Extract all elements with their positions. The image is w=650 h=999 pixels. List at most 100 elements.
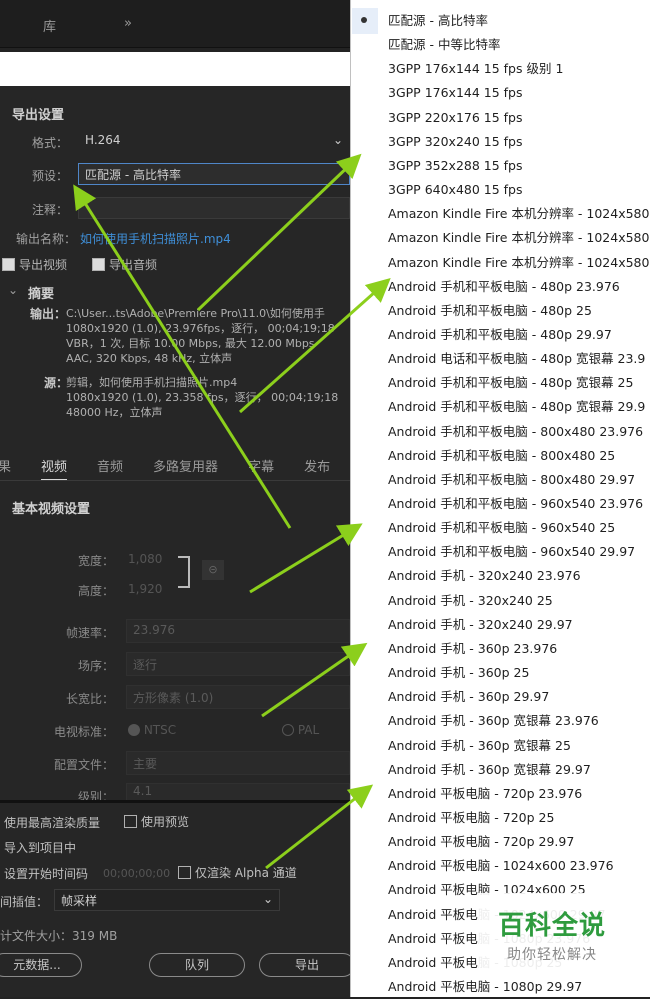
- preset-option[interactable]: Android 手机 - 360p 宽银幕 23.976: [388, 709, 599, 733]
- use-previews-checkbox[interactable]: 使用预览: [124, 813, 189, 830]
- preset-select[interactable]: 匹配源 - 高比特率: [78, 163, 350, 185]
- preset-option[interactable]: Android 手机 - 320x240 29.97: [388, 613, 573, 637]
- watermark-title: 百科全说: [497, 911, 606, 941]
- chevron-down-icon: ⌄: [332, 133, 343, 147]
- field-order-select[interactable]: 逐行: [126, 652, 350, 676]
- panel-expand-icon[interactable]: »: [124, 16, 132, 31]
- preset-option[interactable]: Android 手机 - 320x240 25: [388, 589, 553, 613]
- preset-option[interactable]: Android 手机和平板电脑 - 960x540 29.97: [388, 540, 635, 564]
- set-start-timecode-label[interactable]: 设置开始时间码: [4, 865, 88, 882]
- max-render-quality-label[interactable]: 使用最高渲染质量: [4, 814, 100, 831]
- render-alpha-checkbox[interactable]: 仅渲染 Alpha 通道: [178, 864, 297, 881]
- watermark-logo: 百科全说 助你轻松解决: [478, 893, 626, 971]
- preset-option[interactable]: Android 手机 - 360p 25: [388, 661, 529, 685]
- preset-option[interactable]: Android 手机和平板电脑 - 480p 23.976: [388, 275, 620, 299]
- timecode-value[interactable]: 00;00;00;00: [103, 867, 170, 880]
- preset-option[interactable]: Android 平板电脑 - 720p 25: [388, 806, 554, 830]
- tab-effects[interactable]: 果: [0, 460, 11, 475]
- metadata-button[interactable]: 元数据...: [0, 953, 82, 977]
- tab-audio[interactable]: 音频: [97, 460, 123, 475]
- preset-option[interactable]: Android 手机 - 320x240 23.976: [388, 564, 581, 588]
- profile-label: 配置文件：: [53, 758, 114, 772]
- export-video-label: 导出视频: [19, 258, 68, 272]
- constrain-proportions-icon[interactable]: ⊝: [202, 560, 224, 580]
- preset-option[interactable]: Android 手机和平板电脑 - 480p 29.97: [388, 323, 612, 347]
- basic-video-settings-header: 基本视频设置: [12, 502, 91, 517]
- tab-library[interactable]: 库: [43, 16, 56, 35]
- summary-header: 摘要: [28, 287, 55, 302]
- chevron-down-icon: ⌄: [262, 892, 273, 906]
- tab-video[interactable]: 视频: [41, 460, 68, 481]
- export-video-checkbox[interactable]: 导出视频: [2, 256, 67, 273]
- export-audio-label: 导出音频: [109, 258, 158, 272]
- export-settings-panel: 导出设置 格式： H.264 ⌄ 预设： 匹配源 - 高比特率 注释： 输出名称…: [0, 86, 355, 997]
- profile-select[interactable]: 主要: [126, 751, 350, 775]
- width-value[interactable]: 1,080: [128, 552, 162, 566]
- preset-option[interactable]: 匹配源 - 中等比特率: [388, 33, 500, 57]
- preset-option[interactable]: Android 手机和平板电脑 - 800x480 25: [388, 444, 615, 468]
- checkbox-empty-icon: [178, 866, 191, 879]
- preset-option[interactable]: Amazon Kindle Fire 本机分辨率 - 1024x580: [388, 202, 649, 226]
- pal-radio[interactable]: PAL: [282, 723, 319, 737]
- selected-bullet-icon: [361, 17, 367, 23]
- file-size-value: 319 MB: [72, 929, 118, 943]
- frame-rate-select[interactable]: 23.976: [126, 619, 350, 643]
- format-label: 格式：: [31, 136, 68, 150]
- tab-captions[interactable]: 字幕: [248, 460, 274, 475]
- preset-dropdown-list: 匹配源 - 高比特率 匹配源 - 中等比特率 3GPP 176x144 15 fps…: [350, 0, 650, 997]
- preset-option[interactable]: 3GPP 352x288 15 fps: [388, 154, 523, 178]
- ntsc-label: NTSC: [143, 723, 177, 737]
- preset-option[interactable]: Android 手机 - 360p 宽银幕 25: [388, 734, 571, 758]
- preset-option[interactable]: Android 平板电脑 - 1080p 29.97: [388, 975, 582, 999]
- preset-option[interactable]: Android 手机 - 360p 23.976: [388, 637, 557, 661]
- height-value[interactable]: 1,920: [128, 582, 162, 596]
- preset-option[interactable]: Android 手机和平板电脑 - 480p 25: [388, 299, 592, 323]
- tab-publish[interactable]: 发布: [304, 460, 330, 475]
- preset-option[interactable]: Android 平板电脑 - 1024x600 23.976: [388, 854, 614, 878]
- preset-option[interactable]: 匹配源 - 高比特率: [388, 9, 488, 33]
- preset-option[interactable]: 3GPP 220x176 15 fps: [388, 106, 523, 130]
- ntsc-radio[interactable]: NTSC: [128, 723, 176, 737]
- preset-option[interactable]: Android 手机 - 360p 宽银幕 29.97: [388, 758, 591, 782]
- source-line: 剪辑，如何使用手机扫描照片.mp4: [66, 376, 238, 389]
- summary-collapse-icon[interactable]: ⌄: [8, 283, 18, 297]
- top-panel-bar: 库 »: [0, 0, 350, 48]
- export-button[interactable]: 导出: [259, 953, 355, 977]
- import-into-project-label[interactable]: 导入到项目中: [4, 839, 76, 856]
- preset-option[interactable]: Android 手机和平板电脑 - 480p 宽银幕 25: [388, 371, 633, 395]
- export-settings-header: 导出设置: [12, 108, 65, 123]
- level-select[interactable]: 4.1: [126, 783, 350, 801]
- interpolation-select[interactable]: 帧采样 ⌄: [54, 889, 280, 911]
- preset-option[interactable]: Android 手机和平板电脑 - 960x540 23.976: [388, 492, 643, 516]
- field-order-label: 场序：: [77, 659, 114, 673]
- preset-option[interactable]: Android 平板电脑 - 720p 23.976: [388, 782, 582, 806]
- tab-multiplexer[interactable]: 多路复用器: [153, 460, 218, 475]
- checkbox-checked-icon: [92, 258, 105, 271]
- preset-option[interactable]: Amazon Kindle Fire 本机分辨率 - 1024x580: [388, 251, 649, 275]
- aspect-select[interactable]: 方形像素 (1.0): [126, 685, 350, 709]
- interpolation-value: 帧采样: [61, 894, 98, 908]
- output-label: 输出：: [30, 307, 67, 321]
- preset-option[interactable]: 3GPP 320x240 15 fps: [388, 130, 523, 154]
- preset-option[interactable]: Android 电话和平板电脑 - 480p 宽银幕 23.9: [388, 347, 645, 371]
- source-line: 1080x1920 (1.0), 23.358 fps，逐行， 00;04;19…: [66, 391, 339, 404]
- export-audio-checkbox[interactable]: 导出音频: [92, 256, 157, 273]
- output-name-link[interactable]: 如何使用手机扫描照片.mp4: [80, 230, 231, 247]
- preset-option[interactable]: 3GPP 176x144 15 fps 级别 1: [388, 57, 563, 81]
- queue-button[interactable]: 队列: [149, 953, 245, 977]
- comment-input[interactable]: [78, 197, 350, 219]
- output-line: AAC, 320 Kbps, 48 kHz, 立体声: [66, 352, 233, 365]
- preset-option[interactable]: Android 手机 - 360p 29.97: [388, 685, 549, 709]
- preset-option[interactable]: 3GPP 176x144 15 fps: [388, 81, 523, 105]
- output-summary: C:\User...ts\Adobe\Premiere Pro\11.0\如何使…: [66, 306, 335, 366]
- preset-option[interactable]: 3GPP 640x480 15 fps: [388, 178, 523, 202]
- output-line: 1080x1920 (1.0), 23.976fps，逐行， 00;04;19;…: [66, 322, 335, 335]
- preset-option[interactable]: Android 手机和平板电脑 - 800x480 29.97: [388, 468, 635, 492]
- preset-option[interactable]: Android 手机和平板电脑 - 480p 宽银幕 29.9: [388, 395, 645, 419]
- format-select[interactable]: H.264 ⌄: [78, 130, 350, 152]
- preset-option[interactable]: Android 手机和平板电脑 - 800x480 23.976: [388, 420, 643, 444]
- checkbox-empty-icon: [124, 815, 137, 828]
- preset-option[interactable]: Amazon Kindle Fire 本机分辨率 - 1024x580: [388, 226, 649, 250]
- preset-option[interactable]: Android 平板电脑 - 720p 29.97: [388, 830, 574, 854]
- preset-option[interactable]: Android 手机和平板电脑 - 960x540 25: [388, 516, 615, 540]
